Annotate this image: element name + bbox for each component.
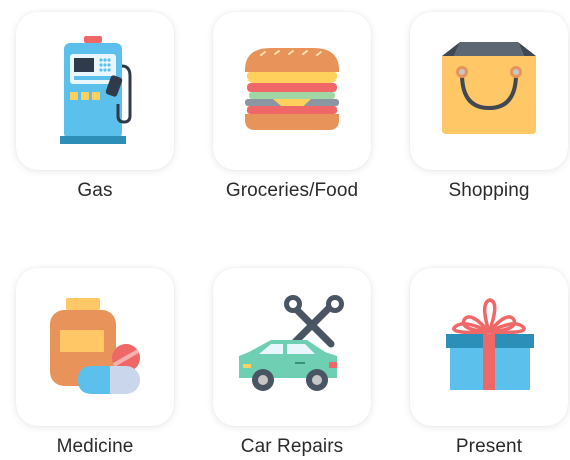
category-present[interactable]: Present [410, 268, 570, 460]
category-card[interactable] [16, 12, 174, 170]
category-card[interactable] [16, 268, 174, 426]
car-repair-icon [239, 295, 344, 391]
category-label: Present [455, 436, 523, 457]
gas-pump-icon [60, 36, 132, 144]
category-card[interactable] [213, 268, 371, 426]
category-grid: Gas Groceries/Food Shopping Medicine Car… [0, 0, 570, 460]
category-label: Gas [77, 180, 113, 201]
sandwich-icon [245, 48, 339, 130]
category-card[interactable] [410, 12, 568, 170]
category-card[interactable] [213, 12, 371, 170]
shopping-bag-icon [442, 42, 536, 134]
category-medicine[interactable]: Medicine [16, 268, 176, 460]
category-gas[interactable]: Gas [16, 12, 176, 212]
category-car-repairs[interactable]: Car Repairs [213, 268, 373, 460]
category-label: Groceries/Food [225, 180, 359, 201]
category-groceries-food[interactable]: Groceries/Food [213, 12, 373, 212]
category-shopping[interactable]: Shopping [410, 12, 570, 212]
category-label: Medicine [56, 436, 134, 457]
category-label: Shopping [448, 180, 530, 201]
category-card[interactable] [410, 268, 568, 426]
gift-icon [446, 298, 534, 390]
medicine-bottle-icon [50, 298, 140, 394]
category-label: Car Repairs [240, 436, 344, 457]
